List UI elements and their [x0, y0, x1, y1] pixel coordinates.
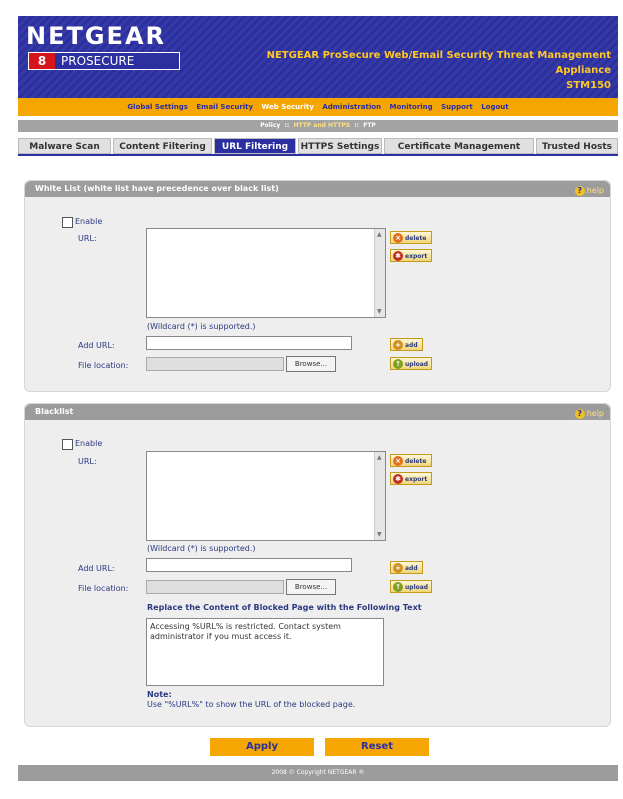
whitelist-wildcard-hint: (Wildcard (*) is supported.): [147, 322, 256, 331]
tab-underline: [18, 154, 618, 156]
nav-monitoring[interactable]: Monitoring: [390, 103, 433, 111]
export-icon: ✱: [393, 474, 403, 484]
netgear-logo: NETGEAR: [26, 22, 166, 50]
whitelist-export-button[interactable]: ✱ export: [390, 249, 432, 262]
blacklist-browse-button[interactable]: Browse...: [286, 579, 336, 595]
blacklist-url-list[interactable]: ▲ ▼: [146, 451, 386, 541]
whitelist-delete-button[interactable]: × delete: [390, 231, 432, 244]
nav-email-security[interactable]: Email Security: [196, 103, 253, 111]
whitelist-add-url-label: Add URL:: [78, 341, 115, 350]
tab-certificate-management[interactable]: Certificate Management: [384, 138, 534, 154]
nav-logout[interactable]: Logout: [481, 103, 508, 111]
note-text: Use "%URL%" to show the URL of the block…: [147, 700, 356, 709]
add-icon: +: [393, 563, 403, 573]
blacklist-wildcard-hint: (Wildcard (*) is supported.): [147, 544, 256, 553]
whitelist-browse-button[interactable]: Browse...: [286, 356, 336, 372]
blacklist-title: Blacklist: [35, 407, 74, 416]
blacklist-add-button[interactable]: + add: [390, 561, 423, 574]
product-title: NETGEAR ProSecure Web/Email Security Thr…: [211, 48, 611, 93]
help-icon: ?: [574, 186, 585, 196]
replace-content-heading: Replace the Content of Blocked Page with…: [147, 603, 422, 612]
tab-url-filtering[interactable]: URL Filtering: [214, 138, 296, 154]
blacklist-export-button[interactable]: ✱ export: [390, 472, 432, 485]
blacklist-add-url-label: Add URL:: [78, 564, 115, 573]
reset-button[interactable]: Reset: [325, 738, 429, 756]
prosecure-label: PROSECURE: [61, 54, 135, 68]
whitelist-file-input[interactable]: [146, 357, 284, 371]
nav-support[interactable]: Support: [441, 103, 473, 111]
whitelist-upload-button[interactable]: ↑ upload: [390, 357, 432, 370]
whitelist-add-url-input[interactable]: [146, 336, 352, 350]
blacklist-url-label: URL:: [78, 457, 97, 466]
whitelist-scrollbar[interactable]: ▲ ▼: [374, 229, 385, 317]
blacklist-help[interactable]: ? help: [574, 406, 604, 422]
blacklist-file-location-label: File location:: [78, 584, 129, 593]
main-nav: Global Settings Email Security Web Secur…: [18, 98, 618, 116]
whitelist-url-label: URL:: [78, 234, 97, 243]
product-name: NETGEAR ProSecure Web/Email Security Thr…: [266, 50, 611, 76]
whitelist-url-list[interactable]: ▲ ▼: [146, 228, 386, 318]
blacklist-delete-button[interactable]: × delete: [390, 454, 432, 467]
tab-bar: Malware Scan Content Filtering URL Filte…: [18, 138, 618, 154]
blacklist-scrollbar[interactable]: ▲ ▼: [374, 452, 385, 540]
add-icon: +: [393, 340, 403, 350]
help-icon: ?: [574, 409, 585, 419]
whitelist-enable-label: Enable: [75, 217, 103, 226]
blacklist-enable-label: Enable: [75, 439, 103, 448]
prosecure-logo: 8 PROSECURE: [28, 52, 180, 70]
delete-icon: ×: [393, 456, 403, 466]
tab-content-filtering[interactable]: Content Filtering: [113, 138, 212, 154]
blacklist-enable-checkbox[interactable]: [62, 439, 73, 450]
apply-button[interactable]: Apply: [210, 738, 314, 756]
nav-web-security[interactable]: Web Security: [262, 103, 314, 111]
upload-icon: ↑: [393, 582, 403, 592]
blacklist-header: Blacklist ? help: [25, 404, 610, 420]
whitelist-file-location-label: File location:: [78, 361, 129, 370]
delete-icon: ×: [393, 233, 403, 243]
whitelist-help[interactable]: ? help: [574, 183, 604, 199]
subnav-http-https[interactable]: HTTP and HTTPS: [293, 122, 350, 129]
tab-malware-scan[interactable]: Malware Scan: [18, 138, 111, 154]
blacklist-file-input[interactable]: [146, 580, 284, 594]
tab-https-settings[interactable]: HTTPS Settings: [298, 138, 382, 154]
note-title: Note:: [147, 690, 172, 699]
subnav-policy[interactable]: Policy: [260, 122, 280, 129]
whitelist-enable-checkbox[interactable]: [62, 217, 73, 228]
page: NETGEAR 8 PROSECURE NETGEAR ProSecure We…: [0, 0, 623, 799]
prosecure-badge: 8: [29, 53, 55, 69]
export-icon: ✱: [393, 251, 403, 261]
product-model: STM150: [566, 80, 611, 91]
whitelist-add-button[interactable]: + add: [390, 338, 423, 351]
subnav-ftp[interactable]: FTP: [363, 122, 376, 129]
nav-administration[interactable]: Administration: [322, 103, 381, 111]
nav-global-settings[interactable]: Global Settings: [127, 103, 188, 111]
whitelist-title: White List (white list have precedence o…: [35, 184, 279, 193]
tab-trusted-hosts[interactable]: Trusted Hosts: [536, 138, 618, 154]
upload-icon: ↑: [393, 359, 403, 369]
blacklist-add-url-input[interactable]: [146, 558, 352, 572]
blacklist-upload-button[interactable]: ↑ upload: [390, 580, 432, 593]
whitelist-header: White List (white list have precedence o…: [25, 181, 610, 197]
blocked-page-text[interactable]: Accessing %URL% is restricted. Contact s…: [146, 618, 384, 686]
footer-copyright: 2008 © Copyright NETGEAR ®: [18, 765, 618, 781]
sub-nav: Policy :: HTTP and HTTPS :: FTP: [18, 120, 618, 132]
